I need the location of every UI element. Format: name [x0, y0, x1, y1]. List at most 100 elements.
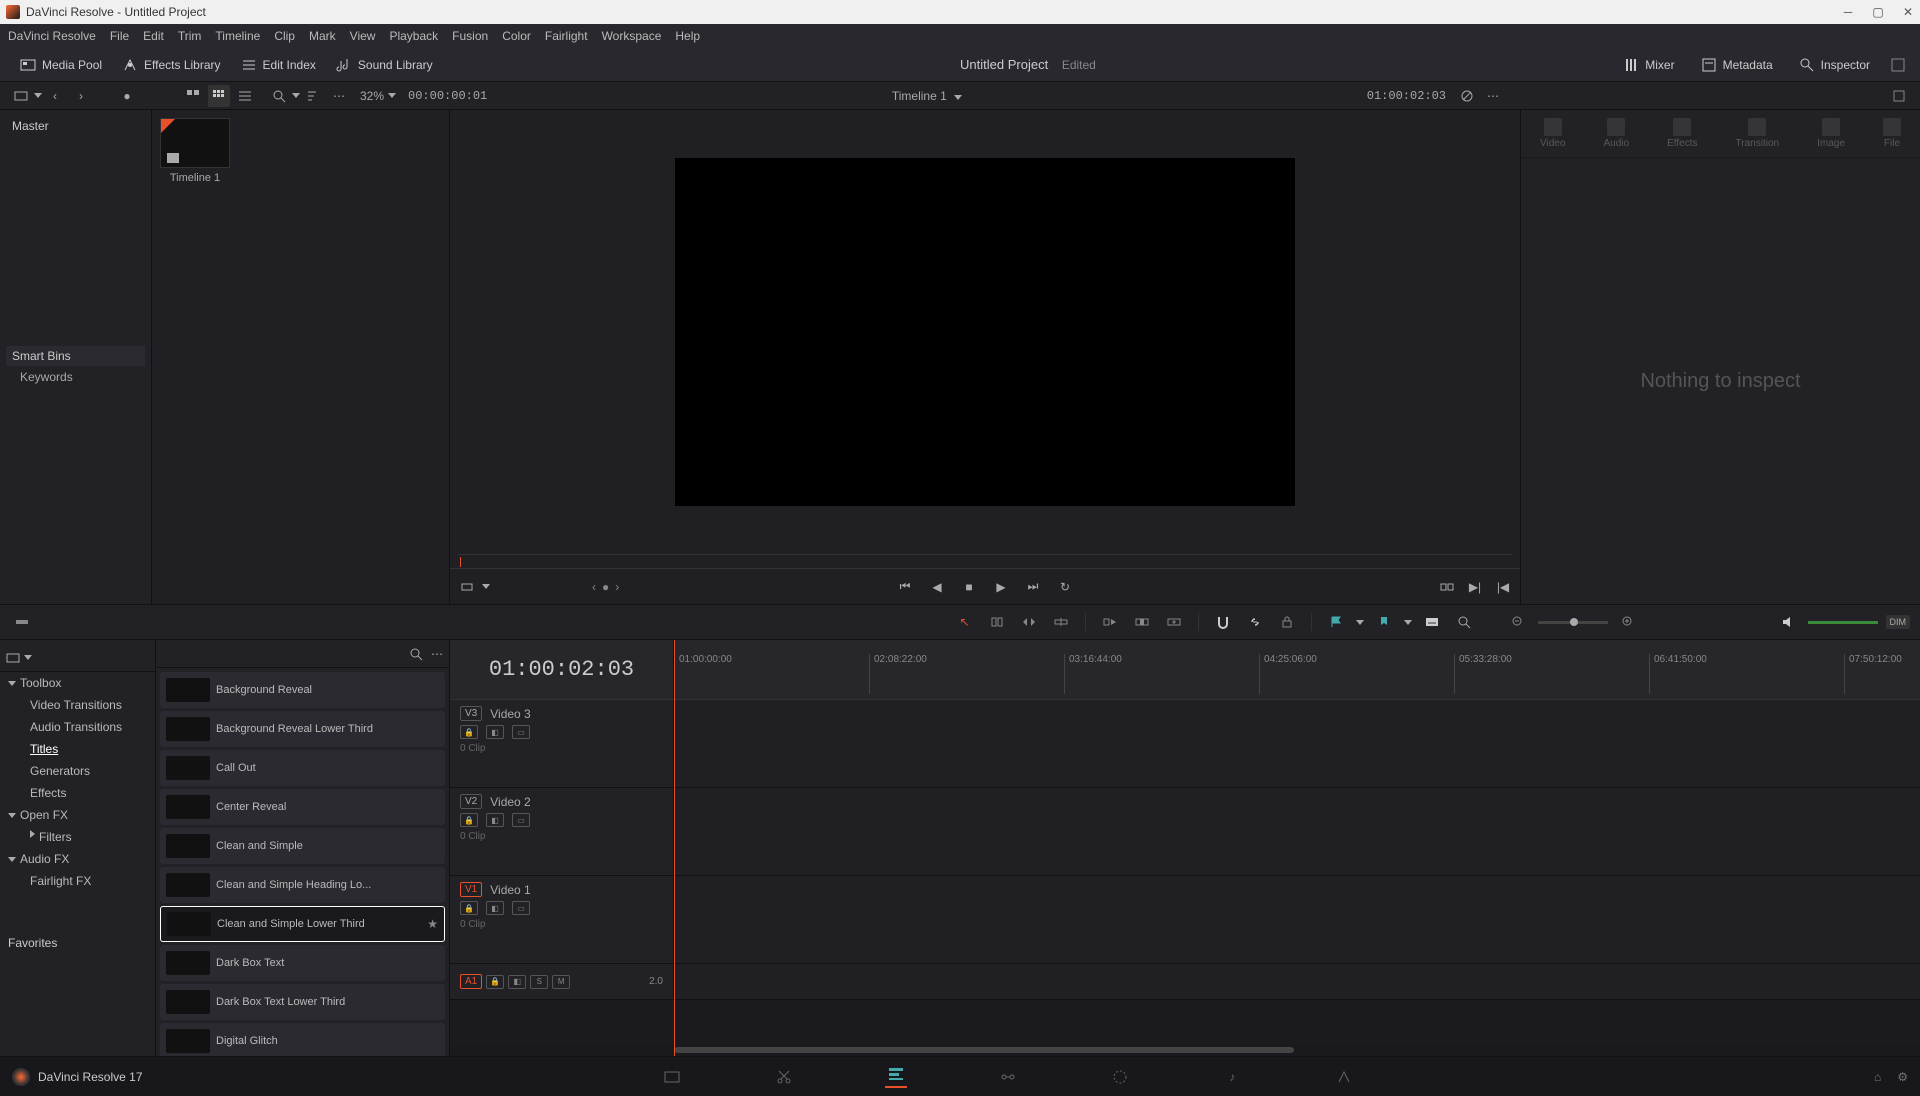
auto-select-icon[interactable]: ◧: [486, 813, 504, 827]
timeline-view-button[interactable]: [10, 610, 34, 634]
window-maximize-button[interactable]: ▢: [1872, 6, 1884, 18]
inspector-tab-file[interactable]: File: [1883, 118, 1901, 149]
fx-item[interactable]: Background Reveal Lower Third: [160, 711, 445, 747]
viewer-scrubber[interactable]: [458, 554, 1512, 568]
expand-button[interactable]: [1888, 85, 1910, 107]
full-screen-toggle[interactable]: [1886, 57, 1910, 73]
fx-tree-video-transitions[interactable]: Video Transitions: [0, 694, 155, 716]
zoom-out-button[interactable]: [1506, 610, 1530, 634]
blade-tool[interactable]: [1049, 610, 1073, 634]
bypass-button[interactable]: [1456, 85, 1478, 107]
trim-tool[interactable]: [985, 610, 1009, 634]
timeline-clip-thumbnail[interactable]: [160, 118, 230, 168]
timeline-timecode[interactable]: 01:00:02:03: [450, 640, 674, 699]
fx-tree-audio-transitions[interactable]: Audio Transitions: [0, 716, 155, 738]
fx-search-button[interactable]: [409, 647, 423, 661]
menu-help[interactable]: Help: [675, 29, 700, 43]
audio-track-body[interactable]: [674, 964, 1920, 999]
zoom-slider[interactable]: [1538, 621, 1608, 624]
track-id-badge[interactable]: V2: [460, 794, 482, 809]
fx-tree-fairlight[interactable]: Fairlight FX: [0, 870, 155, 892]
fx-tree-filters[interactable]: Filters: [0, 826, 155, 848]
fx-item[interactable]: Center Reveal: [160, 789, 445, 825]
subtitle-button[interactable]: [1420, 610, 1444, 634]
track-header[interactable]: V2Video 2 🔒◧▭ 0 Clip: [450, 788, 674, 875]
timeline-scrollbar[interactable]: [450, 1044, 1920, 1056]
disable-icon[interactable]: ▭: [512, 901, 530, 915]
fx-item[interactable]: Digital Glitch: [160, 1023, 445, 1056]
fx-tree-audiofx[interactable]: Audio FX: [0, 848, 155, 870]
inspector-tab-transition[interactable]: Transition: [1736, 118, 1780, 149]
inspector-toggle[interactable]: Inspector: [1789, 57, 1880, 73]
fx-item[interactable]: Call Out: [160, 750, 445, 786]
overwrite-button[interactable]: [1130, 610, 1154, 634]
link-button[interactable]: [1243, 610, 1267, 634]
menu-fairlight[interactable]: Fairlight: [545, 29, 588, 43]
menu-file[interactable]: File: [110, 29, 129, 43]
dual-viewer-button[interactable]: [1438, 578, 1456, 596]
fx-item[interactable]: Clean and Simple Lower Third★: [160, 906, 445, 942]
sort-button[interactable]: [302, 85, 324, 107]
viewer-options-button[interactable]: ⋯: [1482, 85, 1504, 107]
bin-view-button[interactable]: [10, 85, 32, 107]
disable-icon[interactable]: ▭: [512, 725, 530, 739]
inspector-tab-video[interactable]: Video: [1540, 118, 1565, 149]
auto-select-icon[interactable]: ◧: [486, 901, 504, 915]
menu-playback[interactable]: Playback: [389, 29, 438, 43]
prev-button[interactable]: ‹: [44, 85, 66, 107]
auto-select-icon[interactable]: ◧: [508, 975, 526, 989]
selection-tool[interactable]: ↖: [953, 610, 977, 634]
edit-index-toggle[interactable]: Edit Index: [231, 57, 326, 73]
stop-button[interactable]: ■: [960, 578, 978, 596]
fx-item[interactable]: Dark Box Text Lower Third: [160, 984, 445, 1020]
menu-trim[interactable]: Trim: [178, 29, 202, 43]
fx-tree-effects[interactable]: Effects: [0, 782, 155, 804]
page-fairlight[interactable]: ♪: [1221, 1066, 1243, 1088]
zoom-in-button[interactable]: [1616, 610, 1640, 634]
go-in-button[interactable]: |◀: [1494, 578, 1512, 596]
timeline-dropdown-icon[interactable]: [954, 95, 962, 100]
next-button[interactable]: ›: [70, 85, 92, 107]
menu-davinci[interactable]: DaVinci Resolve: [8, 29, 96, 43]
track-body[interactable]: [674, 876, 1920, 963]
fx-tree-openfx[interactable]: Open FX: [0, 804, 155, 826]
menu-edit[interactable]: Edit: [143, 29, 164, 43]
flag-dropdown-icon[interactable]: [1356, 620, 1364, 625]
bin-dropdown-icon[interactable]: [34, 93, 42, 98]
options-button[interactable]: ⋯: [328, 85, 350, 107]
fx-item[interactable]: Background Reveal: [160, 672, 445, 708]
next-frame-button[interactable]: ⏭: [1024, 578, 1042, 596]
volume-slider[interactable]: [1808, 621, 1878, 624]
list-view-button[interactable]: [234, 85, 256, 107]
smart-bins-header[interactable]: Smart Bins: [6, 346, 145, 366]
page-cut[interactable]: [773, 1066, 795, 1088]
project-settings-button[interactable]: ⚙: [1897, 1070, 1908, 1084]
fx-item[interactable]: Dark Box Text: [160, 945, 445, 981]
flag-button[interactable]: [1324, 610, 1348, 634]
zoom-dropdown-icon[interactable]: [388, 93, 396, 98]
fx-options-button[interactable]: ⋯: [431, 647, 443, 661]
track-id-badge[interactable]: V1: [460, 882, 482, 897]
match-frame-button[interactable]: [458, 578, 476, 596]
lock-icon[interactable]: 🔒: [460, 901, 478, 915]
page-deliver[interactable]: [1333, 1066, 1355, 1088]
menu-workspace[interactable]: Workspace: [602, 29, 662, 43]
lock-icon[interactable]: 🔒: [460, 813, 478, 827]
viewer-canvas[interactable]: [675, 158, 1295, 506]
prev-frame-button[interactable]: ◀: [928, 578, 946, 596]
smart-bin-keywords[interactable]: Keywords: [6, 366, 145, 388]
window-close-button[interactable]: ✕: [1902, 6, 1914, 18]
search-dropdown-icon[interactable]: [292, 93, 300, 98]
menu-fusion[interactable]: Fusion: [452, 29, 488, 43]
menu-view[interactable]: View: [350, 29, 376, 43]
fx-tree-favorites[interactable]: Favorites: [0, 932, 155, 954]
marker-button[interactable]: [1372, 610, 1396, 634]
audio-track-header[interactable]: A1 🔒 ◧ S M 2.0: [450, 964, 674, 999]
fx-tree-titles[interactable]: Titles: [0, 738, 155, 760]
fx-item[interactable]: Clean and Simple Heading Lo...: [160, 867, 445, 903]
fx-panel-button[interactable]: [6, 651, 20, 665]
loop-button[interactable]: ↻: [1056, 578, 1074, 596]
scrubber-playhead[interactable]: [460, 557, 461, 567]
search-button[interactable]: [268, 85, 290, 107]
disable-icon[interactable]: ▭: [512, 813, 530, 827]
